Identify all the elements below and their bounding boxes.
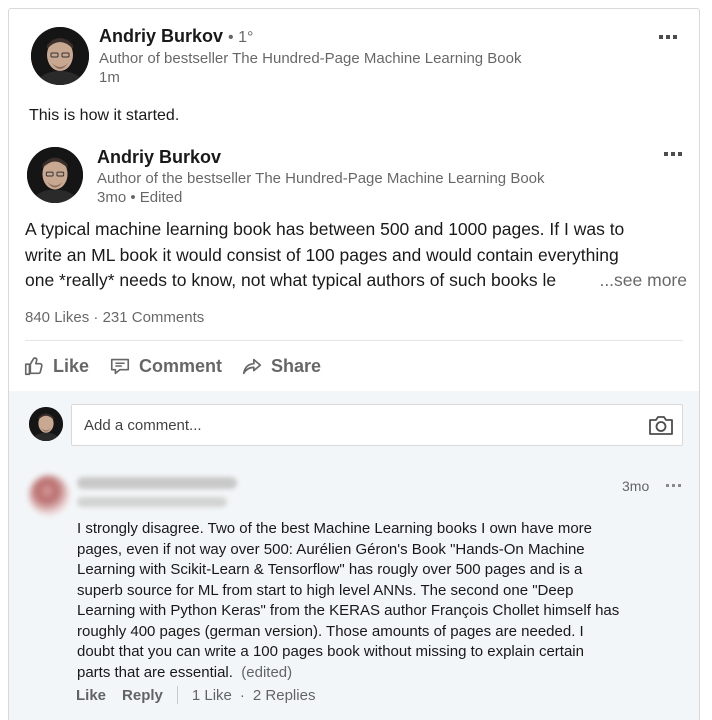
comment-time: 3mo [622,478,650,494]
counts-separator: · [93,309,99,326]
share-button[interactable]: Share [241,355,321,377]
comment-line: Learning with Python Keras" from the KER… [77,602,620,619]
comment-more-options-icon[interactable] [661,478,685,492]
actions-divider [176,686,178,704]
share-commentary: This is how it started. [29,107,180,124]
post-body-line: one *really* needs to know, not what typ… [25,270,557,290]
actions-separator: · [239,686,245,704]
see-more-link[interactable]: ...see more [593,268,687,294]
author-photo [31,27,89,85]
author-avatar[interactable] [31,27,89,85]
comment-line: roughly 400 pages (german version). Thos… [77,622,584,640]
comment-label: Comment [139,355,223,376]
post-time: 1m [99,69,120,86]
like-label: Like [53,355,90,376]
viewer-photo [29,407,63,441]
post-body-last-line: one *really* needs to know, not what typ… [25,268,687,294]
comments-section: 3mo I strongly disagree. Two of the best… [9,391,699,720]
share-label: Share [271,355,322,376]
comment-line: doubt that you can write a 100 pages boo… [77,643,584,660]
comment-input-box[interactable] [71,404,683,446]
original-more-options-icon[interactable] [659,147,687,161]
comment-line: superb source for ML from start to high … [77,581,574,599]
more-options-icon[interactable] [654,30,682,44]
comment-line: pages, even if not way over 500: Aurélie… [77,540,585,558]
original-author-name[interactable]: Andriy Burkov [97,147,221,168]
author-name-text[interactable]: Andriy Burkov [99,26,223,46]
original-post-time: 3mo • Edited [97,189,183,206]
comment-reply-button[interactable]: Reply [122,687,163,704]
comment-line: Learning with Scikit-Learn & Tensorflow"… [77,561,583,578]
edited-label: (edited) [241,663,293,681]
original-author-avatar[interactable] [27,147,83,203]
post-body-line: A typical machine learning book has betw… [25,219,625,239]
commenter-headline-redacted [77,497,227,507]
connection-degree: • 1° [228,29,254,46]
comment-item: 3mo I strongly disagree. Two of the best… [71,471,691,686]
comment-actions: Like Reply 1 Like · 2 Replies [76,686,315,704]
author-name[interactable]: Andriy Burkov • 1° [99,26,253,47]
post-body: A typical machine learning book has betw… [25,217,687,294]
social-counts: 840 Likes · 231 Comments [25,309,204,326]
original-author-photo [27,147,83,203]
comment-like-count[interactable]: 1 Like [192,687,232,704]
comment-last-line: parts that are essential. (edited) [77,663,687,684]
feed-card: Andriy Burkov • 1° Author of bestseller … [8,8,700,720]
comment-line: I strongly disagree. Two of the best Mac… [77,520,593,537]
camera-icon[interactable] [648,413,674,437]
divider [25,340,683,341]
share-arrow-icon [242,358,262,375]
commenter-avatar[interactable] [29,475,69,515]
likes-count[interactable]: 840 Likes [25,309,89,326]
post-body-line: write an ML book it would consist of 100… [25,244,619,265]
comment-input[interactable] [72,405,632,445]
original-author-headline: Author of the bestseller The Hundred-Pag… [97,170,545,187]
comments-count[interactable]: 231 Comments [103,309,205,326]
comment-icon [110,358,130,375]
viewer-avatar [29,407,63,441]
author-headline: Author of bestseller The Hundred-Page Ma… [99,50,522,67]
comment-replies-link[interactable]: 2 Replies [253,687,316,704]
comment-line: parts that are essential. [77,663,233,681]
like-button[interactable]: Like [23,355,89,377]
comment-like-button[interactable]: Like [76,687,106,704]
thumbs-up-icon [24,357,43,376]
commenter-name-redacted [77,477,237,489]
comment-button[interactable]: Comment [109,355,222,377]
comment-text: I strongly disagree. Two of the best Mac… [77,519,687,683]
